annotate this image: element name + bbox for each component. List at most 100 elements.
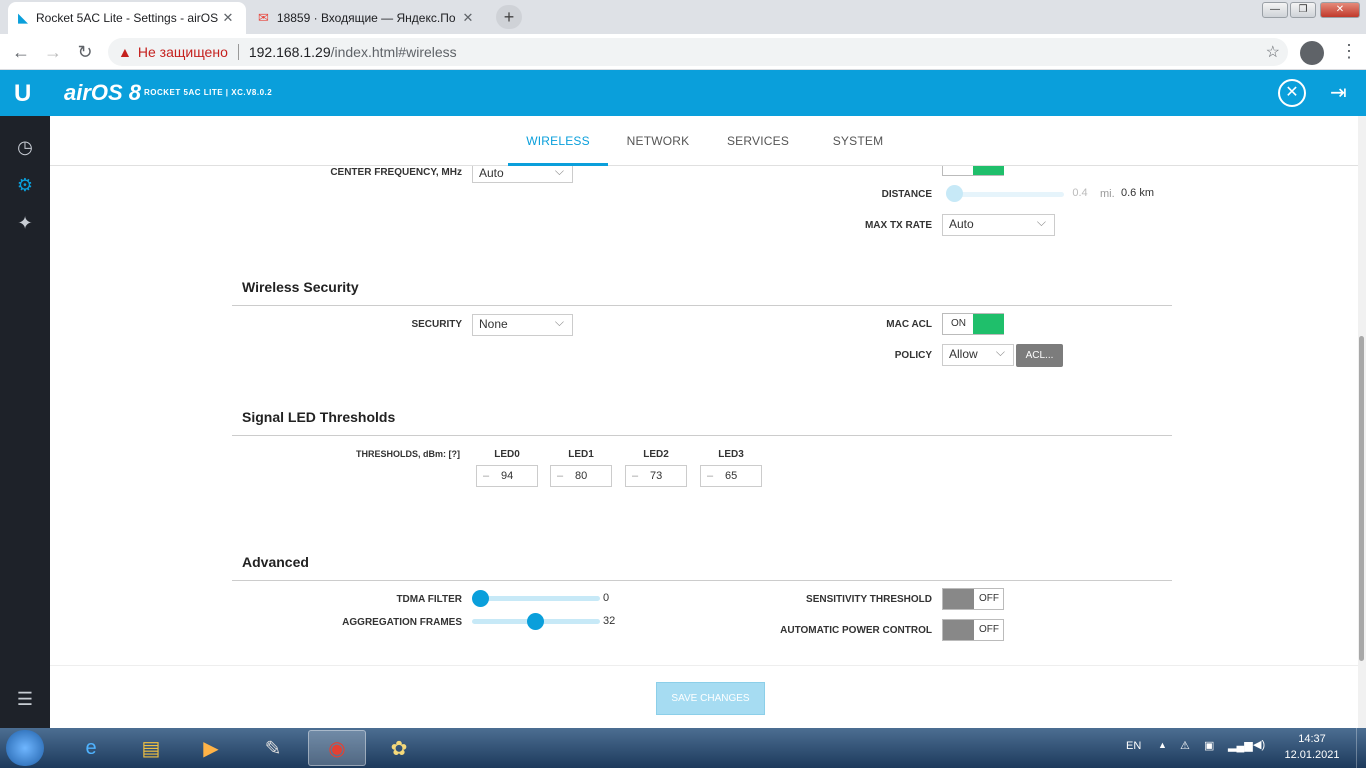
led2-header: LED2 <box>643 449 669 460</box>
toggle-state: OFF <box>979 593 999 604</box>
tab-wireless[interactable]: WIRELESS <box>508 116 608 166</box>
tray-device-icon[interactable]: ▣ <box>1204 739 1214 752</box>
led3-threshold-input[interactable]: – 65 <box>700 465 762 487</box>
back-icon[interactable]: ← <box>10 41 32 63</box>
led2-threshold-input[interactable]: – 73 <box>625 465 687 487</box>
security-label: SECURITY <box>411 319 462 330</box>
tray-expand-icon[interactable]: ▲ <box>1158 740 1167 750</box>
security-select[interactable]: None ⌵ <box>472 314 573 336</box>
scrollbar-thumb[interactable] <box>1359 336 1364 661</box>
center-frequency-select[interactable]: Auto ⌵ <box>472 166 573 183</box>
ubiquiti-logo: U <box>14 80 32 107</box>
threshold-value: 65 <box>725 470 738 482</box>
minus-sign: – <box>707 470 714 482</box>
auto-power-control-toggle[interactable]: OFF <box>942 619 1004 641</box>
browser-toolbar: ← → ↻ ▲ Не защищено 192.168.1.29/index.h… <box>0 34 1366 70</box>
select-value: Auto <box>479 166 504 180</box>
mac-acl-toggle[interactable]: ON <box>942 313 1004 335</box>
security-status[interactable]: Не защищено <box>138 44 228 60</box>
toggle-state: ON <box>951 318 966 329</box>
max-tx-rate-select[interactable]: Auto ⌵ <box>942 214 1055 236</box>
device-name: ROCKET 5AC LITE | XC.V8.0.2 <box>144 88 273 97</box>
distance-input[interactable]: 0.4 <box>1064 187 1096 205</box>
divider <box>237 44 239 60</box>
browser-tab-yandex[interactable]: ✉ 18859 · Входящие — Яндекс.По ✕ <box>248 2 486 34</box>
minimize-window-button[interactable]: — <box>1262 2 1288 18</box>
toggle-state: OFF <box>979 624 999 635</box>
wireless-security-title: Wireless Security <box>242 279 359 295</box>
warning-icon: ▲ <box>118 44 132 60</box>
led1-threshold-input[interactable]: – 80 <box>550 465 612 487</box>
center-frequency-label: CENTER FREQUENCY, MHz <box>330 167 462 178</box>
page-scrollbar[interactable] <box>1358 116 1366 728</box>
partial-toggle[interactable] <box>942 166 1004 176</box>
close-window-button[interactable]: ✕ <box>1320 2 1360 18</box>
select-value: None <box>479 317 508 331</box>
led1-header: LED1 <box>568 449 594 460</box>
led0-threshold-input[interactable]: – 94 <box>476 465 538 487</box>
bookmark-star-icon[interactable]: ☆ <box>1266 42 1280 62</box>
distance-slider[interactable] <box>946 192 1064 197</box>
sensitivity-threshold-label: SENSITIVITY THRESHOLD <box>806 594 932 605</box>
sensitivity-threshold-toggle[interactable]: OFF <box>942 588 1004 610</box>
tab-system[interactable]: SYSTEM <box>808 116 908 166</box>
language-indicator[interactable]: EN <box>1126 740 1141 752</box>
max-tx-rate-label: MAX TX RATE <box>864 220 932 231</box>
tray-app-icon[interactable]: ⚠ <box>1180 739 1190 752</box>
url-host: 192.168.1.29 <box>248 44 331 60</box>
tools-wand-icon[interactable]: ✦ <box>14 212 36 234</box>
browser-tab-airos[interactable]: ◣ Rocket 5AC Lite - Settings - airOS ✕ <box>8 2 246 34</box>
distance-km: 0.6 km <box>1121 187 1155 199</box>
logout-icon[interactable]: ⇥ <box>1330 80 1347 105</box>
start-button[interactable] <box>6 730 44 766</box>
policy-select[interactable]: Allow ⌵ <box>942 344 1014 366</box>
network-signal-icon[interactable]: ▂▄▆ <box>1228 739 1253 752</box>
mail-favicon-icon: ✉ <box>258 10 269 25</box>
toggle-knob <box>973 314 1004 334</box>
log-icon[interactable]: ☰ <box>14 688 36 710</box>
address-bar[interactable]: ▲ Не защищено 192.168.1.29/index.html#wi… <box>108 38 1288 66</box>
dashboard-gauge-icon[interactable]: ◷ <box>14 136 36 158</box>
clock-date[interactable]: 12.01.2021 <box>1282 749 1342 761</box>
paint-icon[interactable]: ✿ <box>370 730 428 766</box>
browser-tab-title: Rocket 5AC Lite - Settings - airOS <box>36 11 219 25</box>
tdma-filter-knob[interactable] <box>472 590 489 607</box>
close-tab-icon[interactable]: ✕ <box>460 10 476 26</box>
section-divider <box>232 305 1172 306</box>
toggle-knob <box>943 620 974 640</box>
new-tab-button[interactable]: + <box>496 5 522 29</box>
minus-sign: – <box>483 470 490 482</box>
tools-icon[interactable]: ✕ <box>1278 79 1306 107</box>
browser-menu-icon[interactable]: ⋮ <box>1340 42 1358 60</box>
show-desktop-button[interactable] <box>1356 728 1366 768</box>
system-tool-icon[interactable]: ✎ <box>244 730 302 766</box>
aggregation-frames-label: AGGREGATION FRAMES <box>342 617 462 628</box>
signal-led-title: Signal LED Thresholds <box>242 409 396 425</box>
volume-icon[interactable]: ◀) <box>1253 738 1265 751</box>
browser-tab-title: 18859 · Входящие — Яндекс.По <box>276 11 456 25</box>
file-explorer-icon[interactable]: ▤ <box>122 730 180 766</box>
url-text[interactable]: 192.168.1.29/index.html#wireless <box>249 44 457 60</box>
settings-content: CENTER FREQUENCY, MHz Auto ⌵ DISTANCE 0.… <box>50 166 1358 728</box>
media-player-icon[interactable]: ▶ <box>182 730 240 766</box>
distance-unit: mi. <box>1100 188 1115 200</box>
toggle-knob <box>943 589 974 609</box>
tdma-filter-slider[interactable] <box>472 596 600 601</box>
clock-time[interactable]: 14:37 <box>1282 733 1342 745</box>
distance-slider-knob[interactable] <box>946 185 963 202</box>
forward-icon[interactable]: → <box>42 41 64 63</box>
tdma-filter-value: 0 <box>603 592 610 604</box>
tab-services[interactable]: SERVICES <box>708 116 808 166</box>
tab-network[interactable]: NETWORK <box>608 116 708 166</box>
internet-explorer-icon[interactable]: e <box>62 730 120 766</box>
chrome-taskbar-icon[interactable]: ◉ <box>308 730 366 766</box>
settings-gears-icon[interactable]: ⚙ <box>14 174 36 196</box>
profile-avatar-icon[interactable] <box>1300 41 1324 65</box>
close-tab-icon[interactable]: ✕ <box>220 10 236 26</box>
aggregation-frames-knob[interactable] <box>527 613 544 630</box>
reload-icon[interactable]: ↻ <box>74 41 96 63</box>
windows-taskbar: e ▤ ▶ ✎ ◉ ✿ EN ▲ ⚠ ▣ ▂▄▆ ◀) 14:37 12.01.… <box>0 728 1366 768</box>
maximize-window-button[interactable]: ❐ <box>1290 2 1316 18</box>
save-changes-button[interactable]: SAVE CHANGES <box>656 682 765 715</box>
acl-button[interactable]: ACL... <box>1016 344 1063 367</box>
